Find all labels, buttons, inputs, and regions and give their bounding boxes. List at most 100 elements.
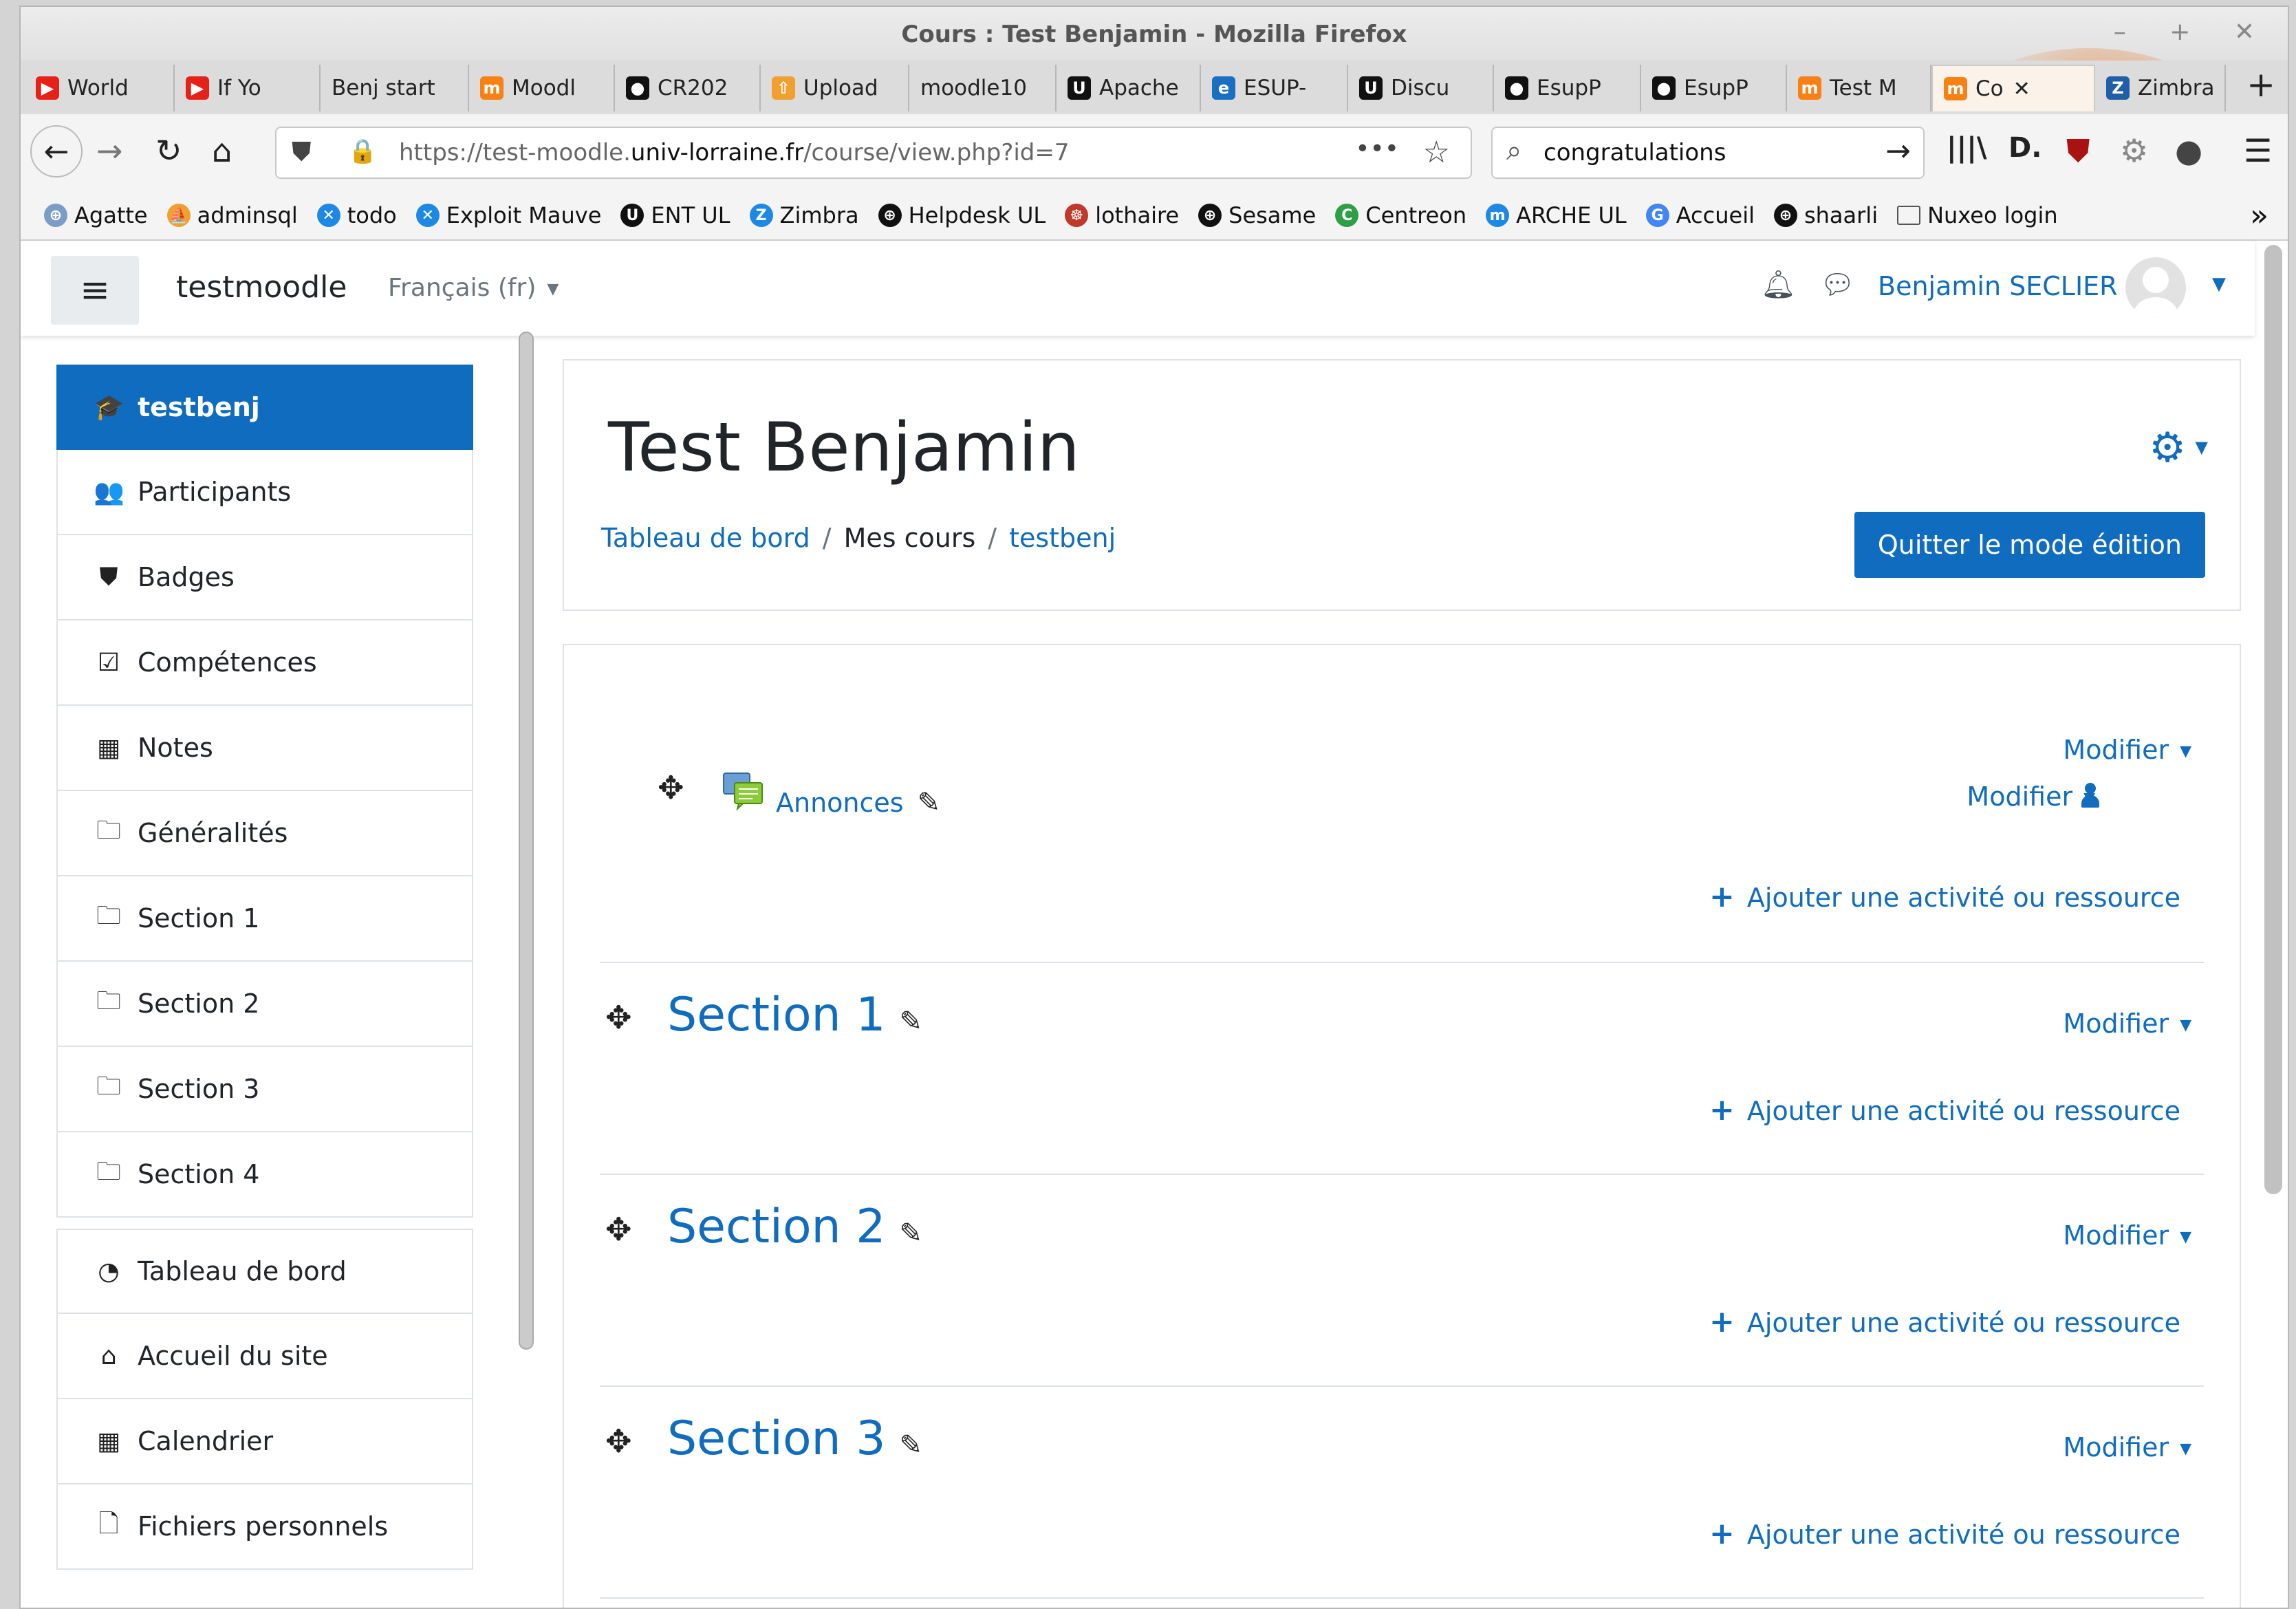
ublock-icon[interactable]: ⛊ <box>2066 132 2090 171</box>
activity-link-annonces[interactable]: Annonces ✎ <box>776 787 940 819</box>
section-edit-menu[interactable]: Modifier ▼ <box>2063 1432 2191 1462</box>
bookmark-item[interactable]: ✕ Exploit Mauve <box>415 202 601 228</box>
bookmark-item[interactable]: ⛵ adminsql <box>166 202 298 228</box>
bookmark-item[interactable]: m ARCHE UL <box>1486 202 1627 228</box>
bookmark-item[interactable]: C Centreon <box>1335 202 1466 228</box>
messages-icon[interactable]: 💬︎ <box>1820 268 1855 301</box>
tab[interactable]: Benj start <box>321 65 469 111</box>
bookmark-item[interactable]: ⊕ Helpdesk UL <box>878 202 1046 228</box>
bookmark-item[interactable]: ⊕ Sesame <box>1198 202 1316 228</box>
activity-edit-menu[interactable]: Modifier▼ <box>1967 781 2095 812</box>
tab[interactable]: ● EsupP <box>1494 65 1641 111</box>
pencil-icon[interactable]: ✎ <box>900 1218 923 1249</box>
breadcrumb-item[interactable]: testbenj <box>1009 523 1116 553</box>
pencil-icon[interactable]: ✎ <box>900 1006 923 1037</box>
tab[interactable]: Z Zimbra <box>2095 65 2226 111</box>
url-bar[interactable]: ⛊ 🔒 https://test-moodle.univ-lorraine.fr… <box>275 127 1472 179</box>
extension-d-icon[interactable]: D. <box>2008 132 2042 164</box>
drawer-scrollbar[interactable] <box>519 332 534 1350</box>
avatar[interactable] <box>2125 257 2186 318</box>
tab[interactable]: U Apache <box>1057 65 1201 111</box>
tab[interactable]: e ESUP- <box>1201 65 1348 111</box>
search-bar[interactable]: ⌕ congratulations → <box>1491 127 1925 179</box>
bookmark-item[interactable]: ☸ lothaire <box>1065 202 1179 228</box>
home-button[interactable]: ⌂ <box>212 132 232 169</box>
library-icon[interactable]: |||\ <box>1947 132 1986 164</box>
new-tab-button[interactable]: + <box>2246 65 2275 105</box>
page-actions-icon[interactable]: ••• <box>1355 135 1399 163</box>
turn-editing-off-button[interactable]: Quitter le mode édition <box>1854 512 2205 578</box>
pencil-icon[interactable]: ✎ <box>918 787 941 819</box>
add-activity-link[interactable]: + Ajouter une activité ou ressource <box>1709 1516 2180 1551</box>
tab[interactable]: ▶ World <box>25 65 175 111</box>
drawer-item[interactable]: ⛊ Badges <box>56 535 473 620</box>
section-title[interactable]: Section 3 ✎ <box>667 1412 922 1466</box>
close-icon[interactable]: ✕ <box>2013 77 2030 101</box>
bookmark-item[interactable]: U ENT UL <box>620 202 730 228</box>
drawer-item[interactable]: 🗋 Fichiers personnels <box>56 1484 473 1570</box>
section-title[interactable]: Section 2 ✎ <box>667 1200 922 1254</box>
bookmark-item[interactable]: Z Zimbra <box>749 202 859 228</box>
section-edit-menu[interactable]: Modifier ▼ <box>2063 1008 2191 1039</box>
forward-button[interactable]: → <box>96 132 123 169</box>
drawer-item[interactable]: 👥 Participants <box>56 450 473 535</box>
group-mode-icon[interactable] <box>2081 783 2099 808</box>
tab[interactable]: ⇧ Upload <box>761 65 909 111</box>
tab[interactable]: m Co ✕ <box>1931 65 2095 111</box>
bookmark-item[interactable]: Nuxeo login <box>1897 202 2058 228</box>
breadcrumb-item[interactable]: Tableau de bord <box>601 523 810 553</box>
pencil-icon[interactable]: ✎ <box>900 1429 923 1461</box>
language-menu[interactable]: Français (fr) ▼ <box>388 274 559 302</box>
tab[interactable]: moodle10 <box>909 65 1057 111</box>
drawer-item[interactable]: ◔ Tableau de bord <box>56 1229 473 1314</box>
bookmark-item[interactable]: ⊕ Agatte <box>44 202 148 228</box>
add-activity-link[interactable]: + Ajouter une activité ou ressource <box>1709 1092 2180 1127</box>
drawer-item[interactable]: ▦ Notes <box>56 706 473 791</box>
window-controls[interactable]: – + ✕ <box>2114 18 2273 46</box>
drawer-item[interactable]: 🗀 Section 4 <box>56 1132 473 1218</box>
move-icon[interactable]: ✥ <box>605 999 632 1036</box>
drawer-item[interactable]: 🗀 Section 1 <box>56 876 473 962</box>
page-scrollbar[interactable] <box>2264 245 2282 1194</box>
section-title[interactable]: Section 1 ✎ <box>667 988 922 1042</box>
url-text[interactable]: https://test-moodle.univ-lorraine.fr/cou… <box>399 139 1070 166</box>
add-activity-link[interactable]: + Ajouter une activité ou ressource <box>1709 1304 2180 1339</box>
section-edit-menu[interactable]: Modifier ▼ <box>2063 1220 2191 1251</box>
bookmark-item[interactable]: ⊕ shaarli <box>1773 202 1878 228</box>
drawer-toggle-button[interactable]: ≡ <box>51 256 139 325</box>
drawer-item[interactable]: 🎓 testbenj <box>56 365 473 450</box>
lock-icon[interactable]: 🔒 <box>348 138 377 165</box>
tab[interactable]: ● CR202 <box>615 65 761 111</box>
chevron-down-icon[interactable]: ▼ <box>2196 438 2208 457</box>
section-edit-menu[interactable]: Modifier ▼ <box>2063 735 2191 765</box>
drawer-item[interactable]: ⌂ Accueil du site <box>56 1314 473 1399</box>
gear-icon[interactable]: ⚙ <box>2149 424 2186 472</box>
bookmark-item[interactable]: ✕ todo <box>316 202 397 228</box>
drawer-item[interactable]: 🗀 Section 3 <box>56 1047 473 1132</box>
move-icon[interactable]: ✥ <box>605 1211 632 1248</box>
bookmark-item[interactable]: G Accueil <box>1645 202 1755 228</box>
notification-bell-icon[interactable]: 🔔︎ <box>1761 268 1796 301</box>
tab[interactable]: ● EsupP <box>1641 65 1787 111</box>
move-icon[interactable]: ✥ <box>658 769 684 806</box>
star-icon[interactable]: ☆ <box>1423 135 1450 170</box>
tab[interactable]: U Discu <box>1348 65 1494 111</box>
move-icon[interactable]: ✥ <box>605 1423 632 1460</box>
bookmarks-overflow-icon[interactable]: » <box>2250 198 2268 233</box>
back-button[interactable]: ← <box>30 125 83 177</box>
add-activity-link[interactable]: + Ajouter une activité ou ressource <box>1709 879 2180 914</box>
tab[interactable]: ▶ If Yo <box>175 65 321 111</box>
shield-icon[interactable]: ⛊ <box>292 136 312 167</box>
extension-people-icon[interactable]: ● <box>2175 132 2202 169</box>
search-input[interactable]: congratulations <box>1544 139 1726 166</box>
drawer-item[interactable]: 🗀 Généralités <box>56 791 473 876</box>
user-menu-name[interactable]: Benjamin SECLIER <box>1878 271 2118 301</box>
extension-gear-icon[interactable]: ⚙ <box>2120 132 2148 169</box>
drawer-item[interactable]: ▦ Calendrier <box>56 1399 473 1484</box>
site-name[interactable]: testmoodle <box>176 270 347 305</box>
chevron-down-icon[interactable]: ▼ <box>2212 274 2226 294</box>
tab[interactable]: m Moodl <box>469 65 615 111</box>
tab[interactable]: m Test M <box>1787 65 1931 111</box>
menu-icon[interactable]: ☰ <box>2244 132 2272 169</box>
search-go-icon[interactable]: → <box>1885 133 1911 169</box>
